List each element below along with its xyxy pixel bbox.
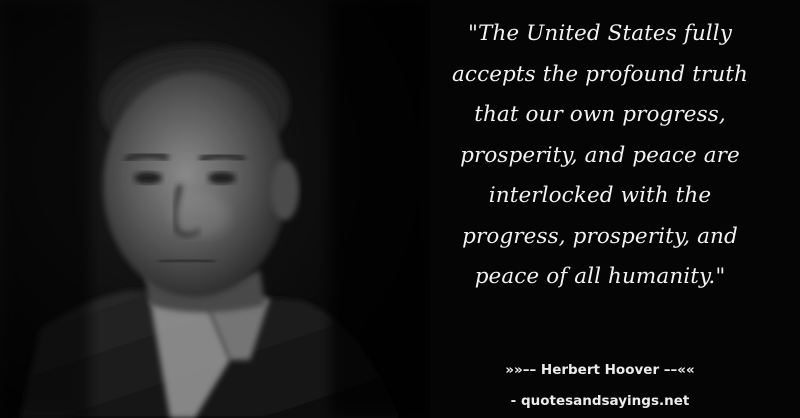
quote-line: prosperity, and peace are <box>460 142 740 168</box>
quote-line: that our own progress, <box>474 102 726 127</box>
quote-line: progress, prosperity, and <box>462 223 738 249</box>
source-credit: - quotesandsayings.net <box>510 393 690 409</box>
quote-line: peace of all humanity." <box>474 264 726 289</box>
quote-text: "The United States fully accepts the pro… <box>408 14 792 298</box>
quote-author: »»–– Herbert Hoover ––«« <box>505 362 695 378</box>
quote-line: "The United States fully <box>468 21 732 46</box>
quote-line: interlocked with the <box>488 183 712 208</box>
quote-card: "The United States fully accepts the pro… <box>0 0 800 418</box>
portrait-photo <box>0 0 430 418</box>
quote-line: accepts the profound truth <box>452 61 748 87</box>
